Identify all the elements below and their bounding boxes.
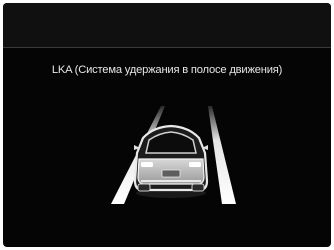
display-frame: LKA (Система удержания в полосе движения… xyxy=(0,0,334,250)
right-lane-line-icon xyxy=(208,106,236,204)
car-icon xyxy=(133,124,209,198)
lane-scene xyxy=(111,106,236,204)
cluster-screen: LKA (Система удержания в полосе движения… xyxy=(3,3,331,247)
